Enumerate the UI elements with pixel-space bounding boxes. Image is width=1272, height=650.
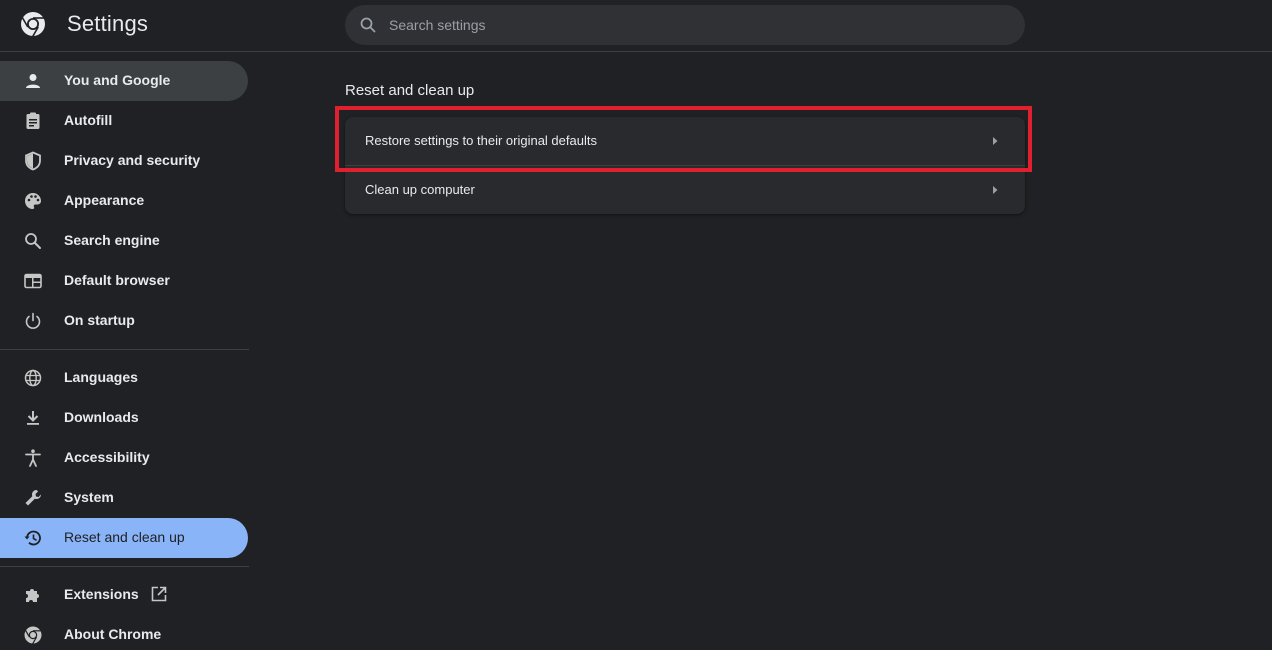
- sidebar-item-label: Reset and clean up: [64, 529, 185, 545]
- sidebar-item-on-startup[interactable]: On startup: [0, 301, 248, 341]
- sidebar-item-label: System: [64, 489, 114, 505]
- sidebar-item-label: Autofill: [64, 112, 113, 128]
- sidebar-divider: [0, 566, 249, 567]
- sidebar-item-downloads[interactable]: Downloads: [0, 398, 248, 438]
- browser-window-icon: [24, 273, 42, 289]
- download-icon: [27, 411, 39, 425]
- sidebar-item-label: Languages: [64, 369, 138, 385]
- chrome-logo-icon: [21, 12, 45, 37]
- reset-settings-card: Restore settings to their original defau…: [345, 117, 1025, 214]
- sidebar-item-extensions[interactable]: Extensions: [0, 575, 248, 615]
- sidebar-item-label: Appearance: [64, 192, 145, 208]
- sidebar-item-privacy-and-security[interactable]: Privacy and security: [0, 141, 248, 181]
- section-title: Reset and clean up: [345, 82, 475, 99]
- sidebar-item-system[interactable]: System: [0, 478, 248, 518]
- sidebar: You and Google Autofill Privacy and secu…: [0, 53, 250, 650]
- header-bar: Settings: [0, 0, 1272, 52]
- settings-app: Settings You and Google: [0, 0, 1272, 650]
- row-label: Clean up computer: [365, 182, 475, 197]
- sidebar-item-default-browser[interactable]: Default browser: [0, 261, 248, 301]
- sidebar-item-label: You and Google: [64, 72, 171, 88]
- sidebar-item-languages[interactable]: Languages: [0, 358, 248, 398]
- sidebar-item-label: Search engine: [64, 232, 160, 248]
- accessibility-icon: [25, 449, 41, 467]
- sidebar-item-label: About Chrome: [64, 626, 162, 642]
- sidebar-item-label: Extensions: [64, 586, 139, 602]
- search-icon: [360, 17, 376, 33]
- sidebar-item-accessibility[interactable]: Accessibility: [0, 438, 248, 478]
- sidebar-item-autofill[interactable]: Autofill: [0, 101, 248, 141]
- sidebar-item-you-and-google[interactable]: You and Google: [0, 61, 248, 101]
- power-icon: [25, 312, 41, 329]
- sidebar-item-label: On startup: [64, 312, 135, 328]
- person-icon: [26, 74, 40, 88]
- shield-icon: [25, 151, 41, 171]
- palette-icon: [25, 193, 41, 209]
- sidebar-item-search-engine[interactable]: Search engine: [0, 221, 248, 261]
- clipboard-icon: [26, 112, 40, 129]
- sidebar-item-label: Accessibility: [64, 449, 150, 465]
- row-label: Restore settings to their original defau…: [365, 133, 597, 148]
- history-icon: [24, 530, 41, 546]
- clean-up-computer-row[interactable]: Clean up computer: [345, 166, 1025, 214]
- search-input[interactable]: [389, 5, 1009, 45]
- sidebar-divider: [0, 349, 249, 350]
- search-icon: [25, 233, 41, 249]
- sidebar-item-label: Default browser: [64, 272, 170, 288]
- chevron-right-icon: [993, 137, 998, 145]
- sidebar-item-about-chrome[interactable]: About Chrome: [0, 615, 248, 650]
- sidebar-item-reset-and-clean-up[interactable]: Reset and clean up: [0, 518, 248, 558]
- puzzle-icon: [26, 589, 39, 602]
- app-title: Settings: [67, 11, 149, 36]
- sidebar-item-label: Privacy and security: [64, 152, 201, 168]
- search-box[interactable]: [345, 5, 1025, 45]
- restore-defaults-row[interactable]: Restore settings to their original defau…: [345, 117, 1025, 166]
- open-in-new-icon: [151, 586, 167, 602]
- globe-icon: [24, 369, 42, 387]
- chrome-icon: [24, 626, 42, 645]
- sidebar-item-label: Downloads: [64, 409, 139, 425]
- wrench-icon: [25, 489, 42, 506]
- sidebar-item-appearance[interactable]: Appearance: [0, 181, 248, 221]
- chevron-right-icon: [993, 186, 998, 194]
